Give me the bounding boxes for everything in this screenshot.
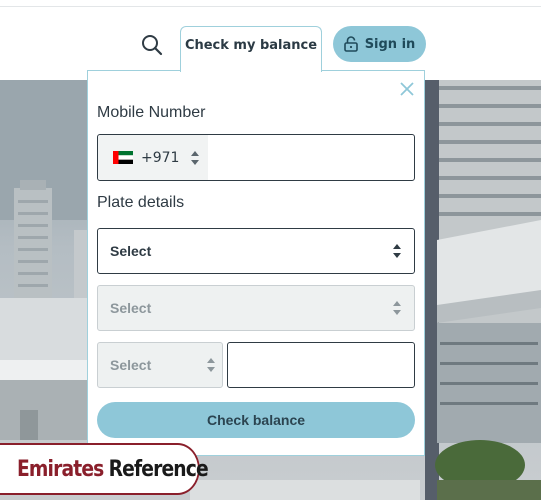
country-code-value: +971	[141, 149, 180, 166]
sign-in-button[interactable]: Sign in	[333, 26, 426, 62]
lock-icon	[343, 36, 358, 52]
up-down-arrows-icon	[191, 150, 199, 165]
search-icon	[142, 35, 163, 56]
plate-category-value: Select	[110, 300, 152, 316]
up-down-arrows-icon	[393, 301, 401, 315]
search-button[interactable]	[140, 33, 164, 57]
check-balance-button[interactable]: Check balance	[97, 402, 415, 438]
close-icon	[400, 82, 414, 96]
check-balance-panel: Mobile Number +971 Plate details Select	[87, 70, 425, 456]
uae-flag-icon	[113, 151, 133, 164]
country-code-select[interactable]: +971	[98, 135, 208, 180]
up-down-arrows-icon	[207, 358, 215, 372]
plate-code-value: Select	[110, 357, 152, 373]
emirate-select[interactable]: Select	[97, 228, 415, 274]
tab-check-my-balance-label: Check my balance	[184, 38, 318, 53]
plate-code-select[interactable]: Select	[97, 342, 223, 388]
logo-text-emirates: Emirates	[17, 456, 104, 482]
tab-check-my-balance[interactable]: Check my balance	[180, 26, 322, 72]
mobile-number-field[interactable]: +971	[97, 134, 415, 181]
mobile-number-input[interactable]	[218, 135, 413, 180]
check-balance-label: Check balance	[206, 412, 306, 428]
emirate-select-value: Select	[110, 243, 152, 259]
emirates-reference-logo: Emirates Reference	[0, 443, 209, 495]
plate-details-label: Plate details	[97, 194, 185, 211]
plate-number-input[interactable]	[227, 342, 415, 388]
close-button[interactable]	[398, 80, 416, 98]
plate-category-select[interactable]: Select	[97, 285, 415, 331]
up-down-arrows-icon	[393, 244, 401, 258]
logo-text-reference: Reference	[108, 456, 209, 482]
mobile-number-label: Mobile Number	[97, 104, 206, 121]
sign-in-label: Sign in	[364, 36, 416, 52]
header-divider	[0, 6, 541, 7]
